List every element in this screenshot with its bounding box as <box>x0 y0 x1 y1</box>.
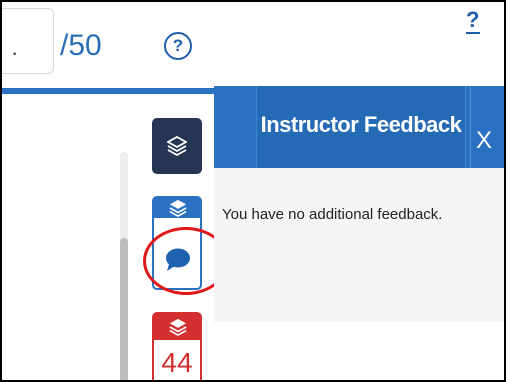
score-value: · <box>11 40 19 65</box>
header-divider <box>2 88 242 94</box>
alerts-count: 44 <box>161 347 193 378</box>
feedback-button-cap <box>154 198 200 218</box>
help-top-label: ? <box>466 7 480 32</box>
score-max-label: /50 <box>60 29 102 62</box>
instructor-feedback-panel: Instructor Feedback X You have no additi… <box>214 86 504 322</box>
panel-header: Instructor Feedback X <box>214 86 504 168</box>
score-input[interactable]: · <box>2 8 54 74</box>
panel-title-box: Instructor Feedback <box>256 86 466 168</box>
help-icon[interactable]: ? <box>164 32 192 60</box>
help-top-icon[interactable]: ? <box>466 8 480 34</box>
layers-icon <box>167 136 187 157</box>
scrollbar-thumb[interactable] <box>120 238 128 380</box>
panel-title: Instructor Feedback <box>260 112 462 137</box>
alerts-button[interactable]: 44 <box>152 312 202 380</box>
layers-icon <box>169 199 187 217</box>
layers-icon <box>169 318 187 336</box>
panel-close-divider <box>470 86 471 168</box>
help-top-underline <box>466 32 480 34</box>
close-button[interactable]: X <box>476 128 492 154</box>
alerts-button-cap <box>154 314 200 340</box>
help-icon-label: ? <box>172 36 184 55</box>
feedback-message: You have no additional feedback. <box>222 206 443 223</box>
layers-button[interactable] <box>152 118 202 174</box>
app-frame: · /50 ? ? 44 Instructor Feedback X You h… <box>0 0 506 382</box>
